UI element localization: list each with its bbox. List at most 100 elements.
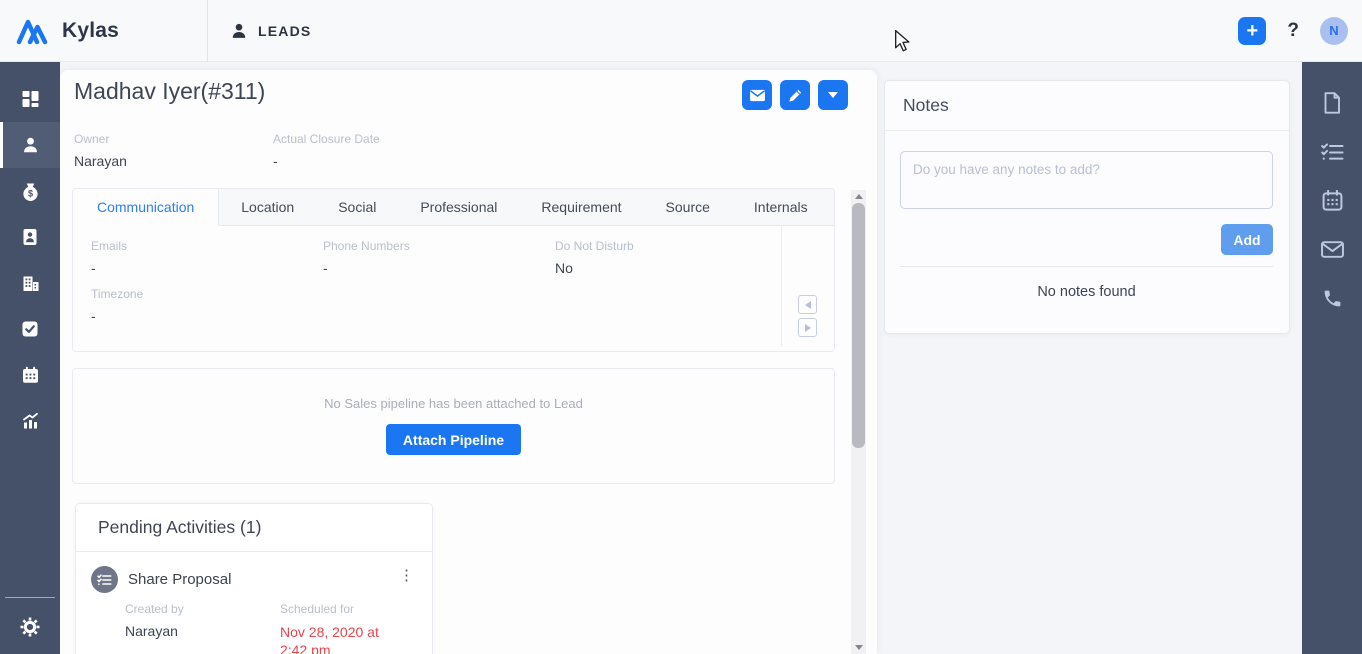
sidebar-item-settings[interactable] (0, 610, 60, 644)
scheduled-date: Nov 28, 2020 at (280, 623, 379, 641)
sidebar-item-tasks[interactable] (0, 306, 60, 352)
scroll-down-button[interactable] (851, 641, 866, 654)
detail-field-emails: Emails - (91, 239, 323, 276)
sidebar-separator (5, 597, 55, 598)
tab-internals[interactable]: Internals (732, 189, 830, 225)
right-sidebar (1302, 62, 1362, 654)
tab-location[interactable]: Location (219, 189, 316, 225)
activity-created-by: Created by Narayan (125, 602, 280, 654)
sidebar-item-companies[interactable] (0, 260, 60, 306)
pencil-icon (788, 88, 803, 103)
lead-actions (742, 80, 848, 110)
global-add-button[interactable]: + (1238, 17, 1266, 45)
notes-body: Add No notes found (885, 131, 1289, 300)
pending-activities-card: Pending Activities (1) Share Proposal (75, 503, 433, 654)
nav-entity-leads[interactable]: LEADS (208, 22, 311, 40)
tab-social[interactable]: Social (316, 189, 398, 225)
pipeline-card: No Sales pipeline has been attached to L… (72, 368, 835, 484)
dashboard-icon (21, 90, 40, 108)
svg-text:$: $ (27, 188, 32, 198)
notes-card: Notes Add No notes found (884, 80, 1290, 334)
phone-icon (1322, 288, 1343, 309)
activity-name: Share Proposal (128, 571, 231, 588)
top-bar: Kylas LEADS + ? N (0, 0, 1362, 62)
detail-field-timezone: Timezone - (91, 287, 323, 324)
tab-requirement[interactable]: Requirement (519, 189, 643, 225)
avatar[interactable]: N (1320, 17, 1348, 45)
sidebar-bottom (0, 597, 60, 644)
rightbar-item-calls[interactable] (1302, 274, 1362, 323)
sidebar-item-contacts[interactable] (0, 214, 60, 260)
chart-icon (21, 412, 40, 430)
field-label: Emails (91, 239, 323, 253)
notes-title: Notes (885, 81, 1289, 131)
scheduled-time: 2:42 pm (280, 641, 379, 654)
rightbar-item-emails[interactable] (1302, 225, 1362, 274)
person-icon (230, 22, 248, 40)
fields-prev-button[interactable] (798, 295, 817, 314)
notes-divider (900, 266, 1273, 267)
topbar-right: + ? N (1238, 17, 1362, 45)
field-label: Created by (125, 602, 280, 616)
tab-bar: Communication Location Social Profession… (73, 189, 834, 226)
edit-lead-button[interactable] (780, 80, 810, 110)
pipeline-empty-text: No Sales pipeline has been attached to L… (73, 396, 834, 411)
sidebar-item-reports[interactable] (0, 398, 60, 444)
pending-activity-item: Share Proposal ⋮ Created by Narayan Sche… (76, 552, 432, 654)
document-icon (1322, 92, 1342, 114)
checklist-icon (1321, 143, 1344, 161)
scroll-up-button[interactable] (851, 190, 866, 203)
envelope-filled-icon (749, 89, 766, 102)
brand[interactable]: Kylas (0, 16, 207, 46)
notes-add-row: Add (900, 224, 1273, 255)
pending-activities-title: Pending Activities (1) (76, 504, 432, 552)
add-note-button[interactable]: Add (1221, 224, 1273, 255)
sidebar-item-deals[interactable]: $ (0, 168, 60, 214)
lead-summary: Owner Narayan Actual Closure Date - (74, 132, 380, 169)
tab-professional[interactable]: Professional (398, 189, 519, 225)
tab-communication[interactable]: Communication (73, 189, 219, 226)
rightbar-item-tasks[interactable] (1302, 127, 1362, 176)
fields-next-button[interactable] (798, 318, 817, 337)
field-value: - (273, 153, 380, 169)
money-bag-icon: $ (21, 182, 40, 201)
activity-meta: Created by Narayan Scheduled for Nov 28,… (125, 602, 417, 654)
field-label: Phone Numbers (323, 239, 555, 253)
field-label: Do Not Disturb (555, 239, 787, 253)
rightbar-item-meetings[interactable] (1302, 176, 1362, 225)
sidebar-item-leads[interactable] (0, 122, 60, 168)
activity-type-icon (91, 566, 118, 593)
calendar-icon (21, 366, 40, 384)
field-label: Scheduled for (280, 602, 379, 616)
sidebar-item-calendar[interactable] (0, 352, 60, 398)
fields-pager-divider (781, 226, 782, 346)
field-label: Actual Closure Date (273, 132, 380, 146)
rightbar-item-documents[interactable] (1302, 78, 1362, 127)
activity-menu-icon[interactable]: ⋮ (395, 566, 418, 585)
notes-input[interactable] (900, 151, 1273, 209)
envelope-icon (1321, 241, 1344, 258)
field-value: Narayan (74, 153, 273, 169)
activity-row: Share Proposal (91, 566, 417, 593)
attach-pipeline-button[interactable]: Attach Pipeline (386, 424, 521, 455)
right-arrow-icon (805, 324, 811, 332)
company-building-icon (21, 274, 40, 292)
help-icon[interactable]: ? (1287, 20, 1299, 42)
sidebar-item-dashboard[interactable] (0, 76, 60, 122)
lead-detail-panel: Madhav Iyer(#311) Owner Naray (60, 70, 877, 654)
left-arrow-icon (805, 301, 811, 309)
detail-field-phone-numbers: Phone Numbers - (323, 239, 555, 276)
checklist-small-icon (97, 574, 112, 586)
main-scrollbar[interactable] (851, 190, 866, 654)
scroll-down-icon (855, 645, 863, 650)
detail-field-do-not-disturb: Do Not Disturb No (555, 239, 787, 276)
activity-scheduled-for: Scheduled for Nov 28, 2020 at 2:42 pm (280, 602, 379, 654)
scrollbar-thumb[interactable] (852, 203, 865, 448)
tab-source[interactable]: Source (644, 189, 732, 225)
email-lead-button[interactable] (742, 80, 772, 110)
field-label: Owner (74, 132, 273, 146)
lead-more-actions-button[interactable] (818, 80, 848, 110)
field-value: No (555, 260, 787, 276)
tab-content-communication: Emails - Phone Numbers - Do Not Disturb … (73, 226, 834, 352)
brand-name: Kylas (62, 19, 119, 43)
